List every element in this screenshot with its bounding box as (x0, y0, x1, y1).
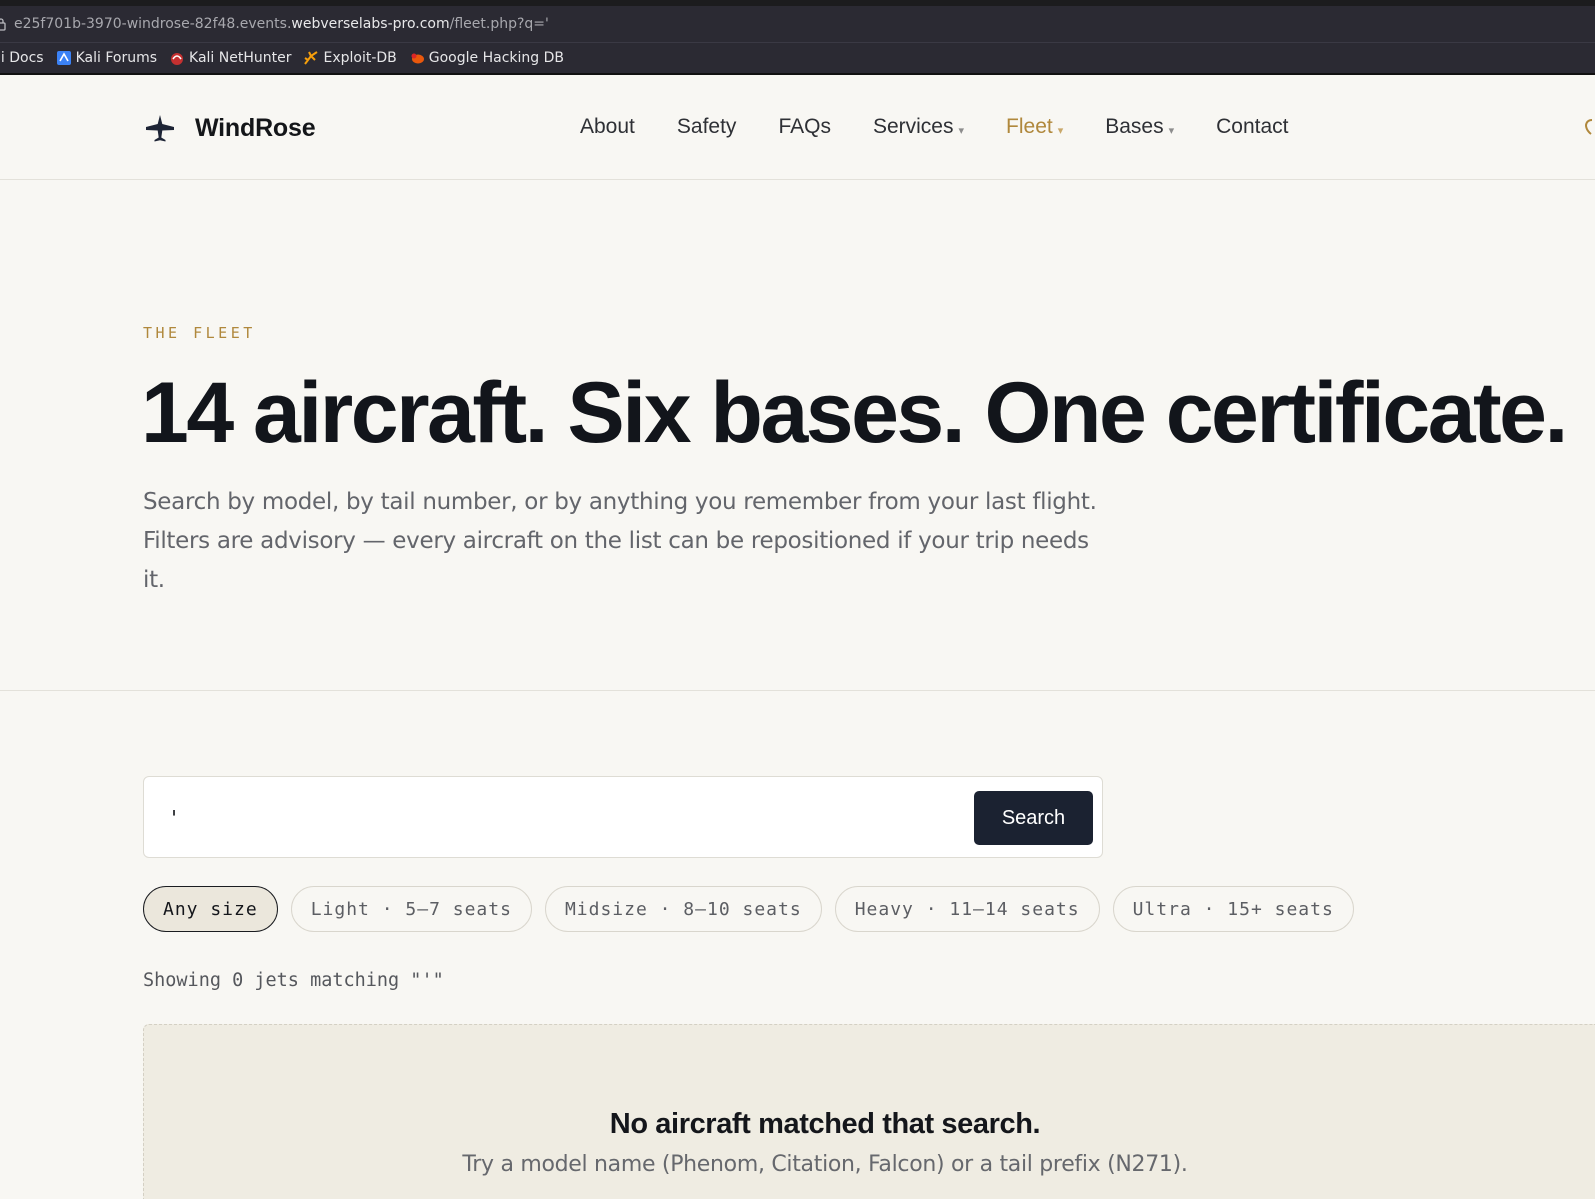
filter-any-size[interactable]: Any size (143, 886, 278, 932)
filter-light[interactable]: Light · 5–7 seats (290, 886, 532, 932)
nav-safety[interactable]: Safety (677, 115, 737, 139)
bookmark-exploit-db[interactable]: Exploit-DB (303, 50, 397, 66)
filter-ultra[interactable]: Ultra · 15+ seats (1112, 886, 1354, 932)
bookmark-kali-forums[interactable]: Kali Forums (56, 50, 157, 66)
exploit-db-icon (304, 51, 319, 65)
main-nav: About Safety FAQs Services ▾ Fleet ▾ Bases… (580, 115, 1331, 139)
empty-state-hint: Try a model name (Phenom, Citation, Falc… (462, 1152, 1188, 1177)
phone-icon[interactable] (1581, 117, 1595, 139)
url-text[interactable]: e25f701b-3970-windrose-82f48.events.webv… (14, 16, 549, 32)
bookmark-google-hacking-db[interactable]: Google Hacking DB (409, 50, 564, 66)
page-title: 14 aircraft. Six bases. One certificate. (141, 365, 1568, 461)
page-subtitle: Search by model, by tail number, or by a… (143, 489, 1097, 593)
brand-name: WindRose (195, 113, 316, 142)
brand-logo[interactable]: WindRose (143, 111, 316, 145)
bookmark-kali-docs[interactable]: li Docs (0, 50, 44, 66)
section-eyebrow: THE FLEET (143, 324, 256, 342)
nav-about[interactable]: About (580, 115, 635, 139)
empty-state-title: No aircraft matched that search. (609, 1108, 1041, 1140)
nav-bases[interactable]: Bases ▾ (1105, 115, 1174, 139)
search-form: Search (143, 776, 1103, 858)
nav-contact[interactable]: Contact (1216, 115, 1288, 139)
filter-heavy[interactable]: Heavy · 11–14 seats (834, 886, 1100, 932)
nav-services[interactable]: Services ▾ (873, 115, 964, 139)
chevron-down-icon: ▾ (958, 124, 965, 137)
filter-midsize[interactable]: Midsize · 8–10 seats (544, 886, 822, 932)
chevron-down-icon: ▾ (1057, 124, 1064, 137)
chevron-down-icon: ▾ (1168, 124, 1175, 137)
search-input[interactable] (168, 799, 938, 837)
bookmarks-bar: li Docs Kali Forums Kali NetHunter Explo… (0, 42, 1595, 75)
size-filters: Any size Light · 5–7 seats Midsize · 8–1… (143, 886, 1367, 932)
kali-nethunter-icon (171, 53, 184, 65)
results-summary: Showing 0 jets matching "'" (143, 970, 444, 991)
lock-icon (0, 18, 6, 31)
nav-faqs[interactable]: FAQs (778, 115, 831, 139)
bookmark-kali-nethunter[interactable]: Kali NetHunter (169, 50, 291, 66)
google-hacking-db-icon (411, 53, 424, 64)
address-bar[interactable]: e25f701b-3970-windrose-82f48.events.webv… (0, 6, 1595, 42)
search-button[interactable]: Search (974, 791, 1093, 845)
kali-forums-icon (56, 51, 71, 65)
section-divider (0, 690, 1595, 691)
airplane-icon (146, 115, 174, 142)
nav-fleet[interactable]: Fleet ▾ (1006, 115, 1063, 139)
site-header: WindRose About Safety FAQs Services ▾ Fle… (0, 77, 1595, 180)
